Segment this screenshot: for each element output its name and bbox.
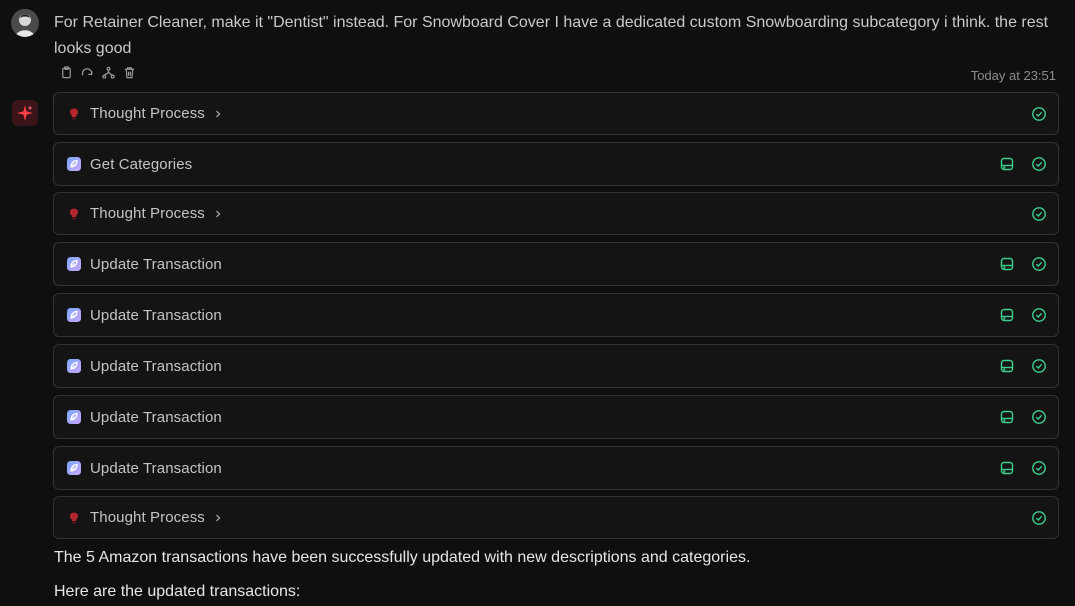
trash-icon[interactable] xyxy=(123,66,136,79)
step-label: Update Transaction xyxy=(90,255,222,273)
tool-leaf-icon xyxy=(66,256,82,272)
check-circle-icon xyxy=(1031,510,1047,526)
branch-icon[interactable] xyxy=(102,66,115,79)
lightbulb-icon xyxy=(66,106,82,122)
step-status-icons xyxy=(1031,497,1047,538)
check-circle-icon xyxy=(1031,206,1047,222)
message-actions xyxy=(60,66,136,79)
chevron-right-icon[interactable] xyxy=(213,109,223,119)
step-label: Update Transaction xyxy=(90,357,222,375)
storage-icon[interactable] xyxy=(999,409,1015,425)
tool-call-step[interactable]: Update Transaction xyxy=(53,344,1059,388)
copy-icon[interactable] xyxy=(60,66,73,79)
step-status-icons xyxy=(999,447,1047,489)
step-status-icons xyxy=(999,345,1047,387)
step-status-icons xyxy=(999,143,1047,185)
check-circle-icon xyxy=(1031,156,1047,172)
check-circle-icon xyxy=(1031,307,1047,323)
tool-leaf-icon xyxy=(66,358,82,374)
tool-leaf-icon xyxy=(66,156,82,172)
chevron-right-icon[interactable] xyxy=(213,209,223,219)
step-status-icons xyxy=(1031,93,1047,134)
assistant-sparkle-icon xyxy=(12,100,38,126)
step-label: Thought Process xyxy=(90,205,205,222)
tool-call-step[interactable]: Update Transaction xyxy=(53,446,1059,490)
retry-icon[interactable] xyxy=(81,66,94,79)
step-label: Thought Process xyxy=(90,509,205,526)
storage-icon[interactable] xyxy=(999,156,1015,172)
assistant-reply-line1: The 5 Amazon transactions have been succ… xyxy=(54,549,751,566)
check-circle-icon xyxy=(1031,460,1047,476)
chevron-right-icon[interactable] xyxy=(213,513,223,523)
user-avatar xyxy=(11,9,39,37)
storage-icon[interactable] xyxy=(999,460,1015,476)
thought-process-step[interactable]: Thought Process xyxy=(53,92,1059,135)
tool-call-step[interactable]: Update Transaction xyxy=(53,293,1059,337)
tool-leaf-icon xyxy=(66,460,82,476)
tool-leaf-icon xyxy=(66,307,82,323)
check-circle-icon xyxy=(1031,256,1047,272)
thought-process-step[interactable]: Thought Process xyxy=(53,192,1059,235)
message-timestamp: Today at 23:51 xyxy=(970,68,1056,83)
step-status-icons xyxy=(999,294,1047,336)
tool-call-step[interactable]: Update Transaction xyxy=(53,395,1059,439)
step-label: Update Transaction xyxy=(90,306,222,324)
check-circle-icon xyxy=(1031,409,1047,425)
storage-icon[interactable] xyxy=(999,307,1015,323)
storage-icon[interactable] xyxy=(999,256,1015,272)
assistant-reply-line2: Here are the updated transactions: xyxy=(54,583,301,600)
step-label: Thought Process xyxy=(90,105,205,122)
user-message-text: For Retainer Cleaner, make it "Dentist" … xyxy=(54,14,1049,57)
check-circle-icon xyxy=(1031,106,1047,122)
tool-call-step[interactable]: Get Categories xyxy=(53,142,1059,186)
step-status-icons xyxy=(1031,193,1047,234)
check-circle-icon xyxy=(1031,358,1047,374)
step-label: Update Transaction xyxy=(90,459,222,477)
tool-leaf-icon xyxy=(66,409,82,425)
step-label: Get Categories xyxy=(90,155,193,173)
storage-icon[interactable] xyxy=(999,358,1015,374)
lightbulb-icon xyxy=(66,510,82,526)
step-status-icons xyxy=(999,396,1047,438)
step-status-icons xyxy=(999,243,1047,285)
lightbulb-icon xyxy=(66,206,82,222)
step-label: Update Transaction xyxy=(90,408,222,426)
thought-process-step[interactable]: Thought Process xyxy=(53,496,1059,539)
tool-call-step[interactable]: Update Transaction xyxy=(53,242,1059,286)
